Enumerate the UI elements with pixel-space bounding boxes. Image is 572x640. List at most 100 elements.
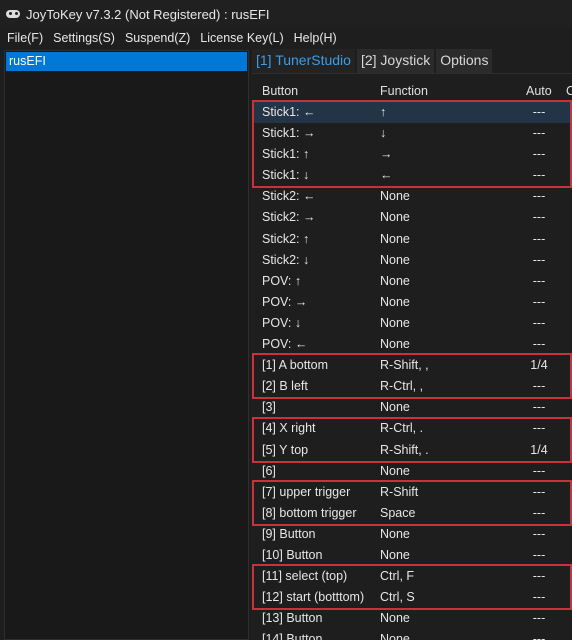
menu-settings[interactable]: Settings(S) <box>48 28 120 48</box>
table-row[interactable]: POV: → None --- <box>252 292 572 313</box>
cell-function: None <box>380 463 410 478</box>
cell-auto: --- <box>532 379 546 394</box>
cell-auto: --- <box>532 210 546 225</box>
mapping-table: Stick1: ← ↑ --- Stick1: → ↓ --- Stick1: ↑ → --- S… <box>252 102 572 640</box>
tab-tunerstudio[interactable]: [1] TunerStudio <box>252 49 355 73</box>
table-row[interactable]: Stick1: ↑ → --- <box>252 144 572 165</box>
cell-function: Ctrl, F <box>380 569 415 584</box>
window-title: JoyToKey v7.3.2 (Not Registered) : rusEF… <box>26 6 270 22</box>
cell-auto: --- <box>532 590 546 605</box>
cell-auto: --- <box>532 273 546 288</box>
table-row[interactable]: Stick1: → ↓ --- <box>252 123 572 144</box>
table-row[interactable]: Stick2: ↓ None --- <box>252 250 572 271</box>
cell-function: None <box>380 273 410 288</box>
table-row[interactable]: Stick2: ← None --- <box>252 186 572 207</box>
column-header-button[interactable]: Button <box>262 82 298 100</box>
cell-auto: --- <box>532 611 546 626</box>
table-row[interactable]: POV: ↑ None --- <box>252 271 572 292</box>
table-row[interactable]: [7] upper trigger R-Shift --- <box>252 482 572 503</box>
cell-auto: --- <box>532 505 546 520</box>
cell-function: None <box>380 611 410 626</box>
tab-options[interactable]: Options <box>436 49 493 73</box>
table-row[interactable]: [8] bottom trigger Space --- <box>252 503 572 524</box>
config-item-rusefi[interactable]: rusEFI <box>6 52 247 71</box>
cell-button: POV: → <box>262 294 308 309</box>
cell-button: Stick1: ← <box>262 105 316 119</box>
cell-function: R-Shift, , <box>380 358 429 373</box>
cell-button: [2] B left <box>262 379 308 394</box>
table-row[interactable]: Stick2: → None --- <box>252 207 572 228</box>
cell-auto: --- <box>532 126 546 141</box>
table-row[interactable]: [4] X right R-Ctrl, . --- <box>252 418 572 439</box>
cell-button: [4] X right <box>262 421 316 436</box>
menu-help[interactable]: Help(H) <box>289 28 342 48</box>
cell-button: POV: ↑ <box>262 273 302 288</box>
cell-auto: --- <box>532 400 546 415</box>
cell-function: → <box>380 147 393 162</box>
config-list[interactable]: rusEFI <box>4 50 249 640</box>
table-row[interactable]: [13] Button None --- <box>252 608 572 629</box>
table-row[interactable]: [9] Button None --- <box>252 524 572 545</box>
cell-button: [12] start (botttom) <box>262 590 365 605</box>
table-row[interactable]: [5] Y top R-Shift, . 1/4 <box>252 440 572 461</box>
table-row[interactable]: [3] None --- <box>252 397 572 418</box>
menu-license-key[interactable]: License Key(L) <box>195 28 288 48</box>
cell-button: [5] Y top <box>262 442 309 457</box>
cell-button: Stick1: ↓ <box>262 168 310 183</box>
table-row[interactable]: Stick2: ↑ None --- <box>252 229 572 250</box>
menu-bar: File(F) Settings(S) Suspend(Z) License K… <box>0 28 572 48</box>
cell-auto: --- <box>532 484 546 499</box>
cell-button: Stick1: ↑ <box>262 147 310 162</box>
cell-function: None <box>380 252 410 267</box>
cell-auto: --- <box>532 231 546 246</box>
cell-function: ↓ <box>380 126 387 141</box>
tab-joystick[interactable]: [2] Joystick <box>356 49 435 73</box>
cell-function: Ctrl, S <box>380 590 415 605</box>
cell-auto: --- <box>532 463 546 478</box>
table-row[interactable]: [2] B left R-Ctrl, , --- <box>252 376 572 397</box>
cell-button: Stick2: ← <box>262 189 316 204</box>
cell-button: [6] <box>262 463 276 478</box>
table-row[interactable]: POV: ↓ None --- <box>252 313 572 334</box>
table-row[interactable]: [12] start (botttom) Ctrl, S --- <box>252 587 572 608</box>
table-row[interactable]: POV: ← None --- <box>252 334 572 355</box>
table-row[interactable]: [14] Button None --- <box>252 629 572 640</box>
column-header-extra[interactable]: C <box>566 82 572 100</box>
joystick-app-icon <box>6 7 20 21</box>
cell-function: ← <box>380 168 393 183</box>
cell-auto: --- <box>532 294 546 309</box>
cell-auto: 1/4 <box>530 442 548 457</box>
menu-suspend[interactable]: Suspend(Z) <box>120 28 195 48</box>
table-row[interactable]: [10] Button None --- <box>252 545 572 566</box>
cell-auto: --- <box>532 337 546 352</box>
table-row[interactable]: Stick1: ↓ ← --- <box>252 165 572 186</box>
cell-function: None <box>380 294 410 309</box>
cell-function: R-Shift, . <box>380 442 429 457</box>
cell-auto: --- <box>532 189 546 204</box>
cell-button: [14] Button <box>262 632 323 640</box>
cell-auto: --- <box>532 632 546 640</box>
cell-function: R-Ctrl, , <box>380 379 424 394</box>
cell-function: R-Shift <box>380 484 419 499</box>
cell-button: [1] A bottom <box>262 358 329 373</box>
cell-auto: --- <box>532 547 546 562</box>
cell-button: [7] upper trigger <box>262 484 351 499</box>
table-row[interactable]: [1] A bottom R-Shift, , 1/4 <box>252 355 572 376</box>
cell-auto: --- <box>532 168 546 183</box>
cell-button: [9] Button <box>262 526 316 541</box>
menu-file[interactable]: File(F) <box>2 28 48 48</box>
table-row[interactable]: [11] select (top) Ctrl, F --- <box>252 566 572 587</box>
table-row[interactable]: [6] None --- <box>252 461 572 482</box>
column-header-auto[interactable]: Auto <box>526 82 552 100</box>
table-header: Button Function Auto C <box>252 82 572 100</box>
cell-auto: --- <box>532 105 546 119</box>
column-header-function[interactable]: Function <box>380 82 428 100</box>
cell-function: None <box>380 632 410 640</box>
table-row[interactable]: Stick1: ← ↑ --- <box>252 102 572 124</box>
cell-button: Stick1: → <box>262 126 316 141</box>
cell-function: ↑ <box>380 105 387 119</box>
cell-button: Stick2: ↓ <box>262 252 310 267</box>
cell-function: None <box>380 526 410 541</box>
button-mapping-panel: Button Function Auto C Stick1: ←↑---Stic… <box>252 73 572 640</box>
cell-button: POV: ← <box>262 337 308 352</box>
